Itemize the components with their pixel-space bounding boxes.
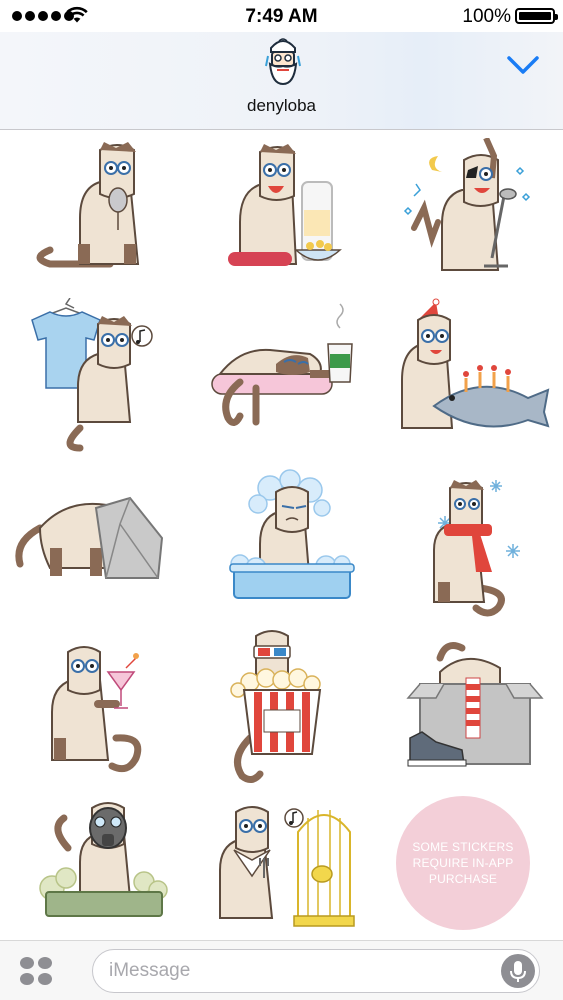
cat-sticker-image xyxy=(406,642,544,767)
cat-sticker-image xyxy=(228,144,342,266)
sticker-grid: SOME STICKERS REQUIRE IN-APP PURCHASE xyxy=(0,132,563,940)
cat-sticker-image xyxy=(31,298,153,452)
cat-sticker-image xyxy=(403,138,531,271)
microphone-icon[interactable] xyxy=(501,954,535,988)
sleeping-cat-with-coffee-sticker[interactable] xyxy=(200,298,370,458)
battery-icon xyxy=(515,8,558,24)
cat-sticker-image xyxy=(219,806,355,927)
contact-name[interactable]: denyloba xyxy=(0,96,563,116)
message-input-bar xyxy=(0,940,563,1000)
cat-with-gas-mask-litter-box-sticker[interactable] xyxy=(20,788,190,948)
chevron-down-icon[interactable] xyxy=(503,48,543,80)
cat-sticker-image xyxy=(51,646,142,773)
status-bar: 7:49 AM 100% xyxy=(0,0,563,32)
cat-with-cocktail-sticker[interactable] xyxy=(20,628,190,788)
cat-sticker-image xyxy=(211,303,353,426)
battery-percent: 100% xyxy=(462,6,511,27)
cat-sticker-image xyxy=(229,469,355,599)
cat-hiding-head-in-paper-bag-sticker[interactable] xyxy=(10,468,180,628)
cat-with-3d-glasses-popcorn-sticker[interactable] xyxy=(200,628,370,788)
in-app-purchase-text: SOME STICKERS REQUIRE IN-APP PURCHASE xyxy=(412,840,514,886)
rockstar-cat-with-microphone-sticker[interactable] xyxy=(380,138,550,298)
cat-in-box-with-sneaker-sticker[interactable] xyxy=(380,628,550,788)
microphone-glyph xyxy=(510,961,526,982)
cat-sticker-image xyxy=(36,142,140,268)
cat-with-scarf-snowflakes-sticker[interactable] xyxy=(380,468,550,628)
cat-sticker-image xyxy=(39,802,168,917)
in-app-purchase-notice[interactable]: SOME STICKERS REQUIRE IN-APP PURCHASE xyxy=(396,796,530,930)
hungry-cat-with-bird-cage-sticker[interactable] xyxy=(200,788,370,948)
message-field[interactable] xyxy=(92,949,540,993)
cat-sticker-image xyxy=(15,496,164,579)
cat-sticker-image xyxy=(230,630,322,783)
cat-with-tshirt-humming-sticker[interactable] xyxy=(20,298,190,458)
cat-sticker-image xyxy=(401,298,550,429)
cat-with-mouse-sticker[interactable] xyxy=(20,138,190,298)
birthday-cat-with-fish-cake-sticker[interactable] xyxy=(380,298,550,458)
conversation-header: denyloba xyxy=(0,32,563,130)
imessage-input[interactable] xyxy=(109,950,489,991)
cat-sticker-image xyxy=(433,480,520,617)
app-drawer-icon[interactable] xyxy=(20,957,56,987)
cat-in-bath-with-foam-sticker[interactable] xyxy=(200,468,370,628)
bearded-man-avatar-icon[interactable] xyxy=(262,32,304,86)
cat-with-sausage-milk-cereal-sticker[interactable] xyxy=(200,138,370,298)
